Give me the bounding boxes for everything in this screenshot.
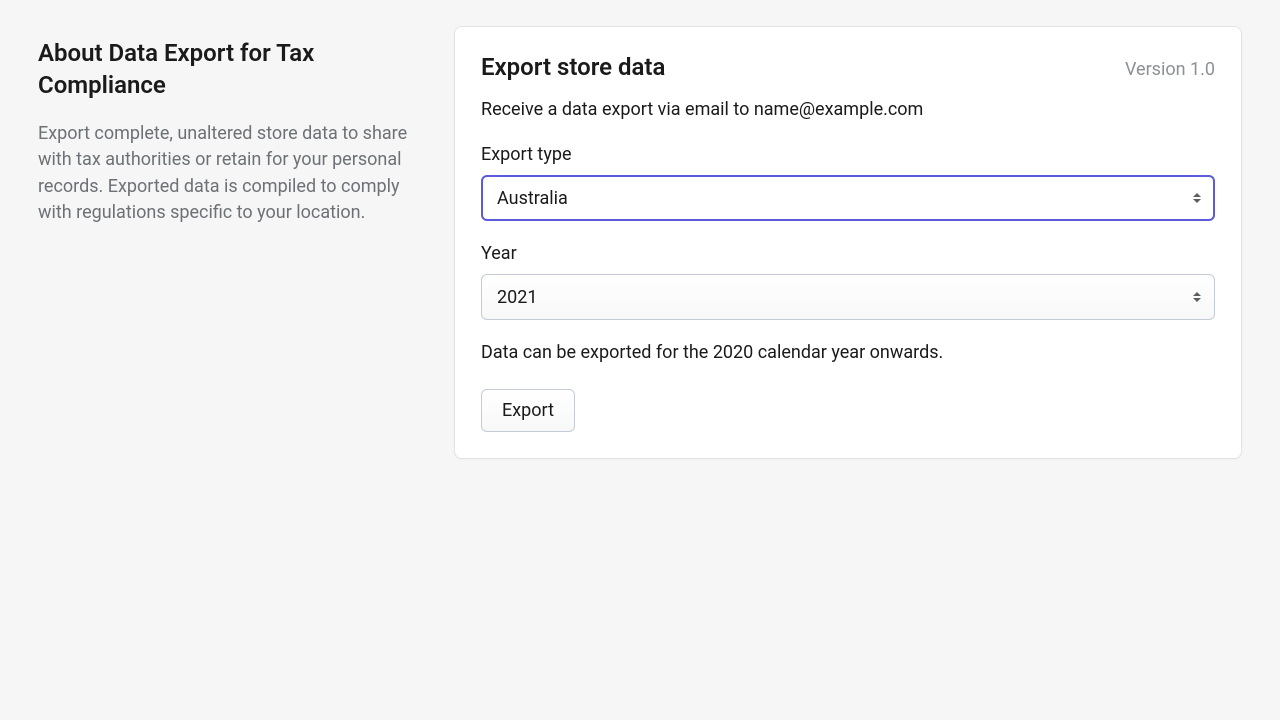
card-title: Export store data: [481, 53, 665, 81]
export-type-label: Export type: [481, 144, 1215, 165]
year-group: Year 2021: [481, 243, 1215, 320]
sidebar-title: About Data Export for Tax Compliance: [38, 38, 418, 101]
export-card: Export store data Version 1.0 Receive a …: [454, 26, 1242, 459]
help-text: Data can be exported for the 2020 calend…: [481, 342, 1215, 363]
year-select-wrapper: 2021: [481, 274, 1215, 320]
sidebar-description: Export complete, unaltered store data to…: [38, 121, 418, 225]
export-button[interactable]: Export: [481, 389, 575, 432]
export-type-group: Export type Australia: [481, 144, 1215, 221]
year-label: Year: [481, 243, 1215, 264]
version-label: Version 1.0: [1125, 59, 1215, 80]
year-select[interactable]: 2021: [481, 274, 1215, 320]
card-subtitle: Receive a data export via email to name@…: [481, 99, 1215, 120]
export-type-select-wrapper: Australia: [481, 175, 1215, 221]
info-sidebar: About Data Export for Tax Compliance Exp…: [38, 26, 418, 459]
export-type-select[interactable]: Australia: [481, 175, 1215, 221]
card-header: Export store data Version 1.0: [481, 53, 1215, 81]
